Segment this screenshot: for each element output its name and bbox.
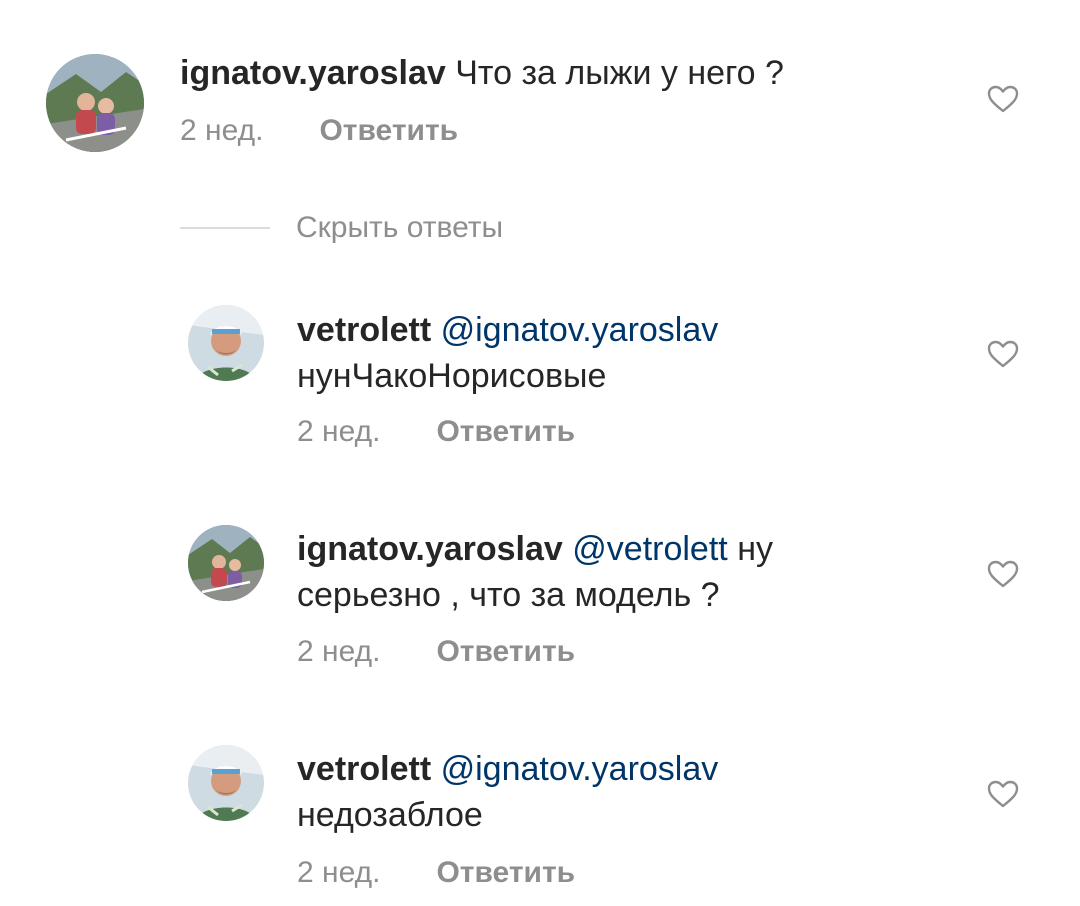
- comment-meta: 2 нед. Ответить: [297, 855, 575, 891]
- reply-button[interactable]: Ответить: [436, 415, 575, 448]
- divider-line: [180, 227, 270, 229]
- hide-replies-label[interactable]: Скрыть ответы: [296, 211, 503, 245]
- avatar-ignatov[interactable]: [188, 525, 264, 601]
- comment-time: 2 нед.: [180, 114, 264, 147]
- reply-button[interactable]: Ответить: [436, 856, 575, 889]
- comment-time: 2 нед.: [297, 856, 381, 889]
- like-heart-icon[interactable]: [987, 84, 1019, 114]
- comment-time: 2 нед.: [297, 415, 381, 448]
- avatar-vetrolett[interactable]: [188, 745, 264, 821]
- hide-replies-toggle[interactable]: Скрыть ответы: [180, 210, 503, 246]
- like-heart-icon[interactable]: [987, 339, 1019, 369]
- comment-meta: 2 нед. Ответить: [297, 414, 575, 450]
- comment-body: нунЧакоНорисовые: [297, 357, 607, 395]
- comment-username[interactable]: ignatov.yaroslav: [297, 530, 563, 568]
- comment-text: ignatov.yaroslav Что за лыжи у него ?: [180, 50, 970, 96]
- comment-meta: 2 нед. Ответить: [297, 634, 575, 670]
- reply-button[interactable]: Ответить: [436, 635, 575, 668]
- comment-username[interactable]: vetrolett: [297, 311, 431, 349]
- like-heart-icon[interactable]: [987, 559, 1019, 589]
- avatar-vetrolett[interactable]: [188, 305, 264, 381]
- comment-text: ignatov.yaroslav @vetrolett ну серьезно …: [297, 526, 977, 618]
- avatar-ignatov[interactable]: [46, 54, 144, 152]
- mention-link[interactable]: @vetrolett: [572, 530, 727, 568]
- comment-time: 2 нед.: [297, 635, 381, 668]
- comment-body: Что за лыжи у него ?: [455, 54, 784, 92]
- comment-body-line1: ну: [737, 530, 773, 568]
- comment-username[interactable]: vetrolett: [297, 750, 431, 788]
- comment-body-line2: серьезно , что за модель ?: [297, 576, 720, 614]
- comment-username[interactable]: ignatov.yaroslav: [180, 54, 446, 92]
- mention-link[interactable]: @ignatov.yaroslav: [441, 311, 719, 349]
- comment-meta: 2 нед. Ответить: [180, 113, 458, 149]
- like-heart-icon[interactable]: [987, 779, 1019, 809]
- mention-link[interactable]: @ignatov.yaroslav: [441, 750, 719, 788]
- comment-text: vetrolett @ignatov.yaroslav нунЧакоНорис…: [297, 307, 977, 399]
- reply-button[interactable]: Ответить: [319, 114, 458, 147]
- comment-body: недозаблое: [297, 796, 483, 834]
- comment-text: vetrolett @ignatov.yaroslav недозаблое: [297, 746, 977, 838]
